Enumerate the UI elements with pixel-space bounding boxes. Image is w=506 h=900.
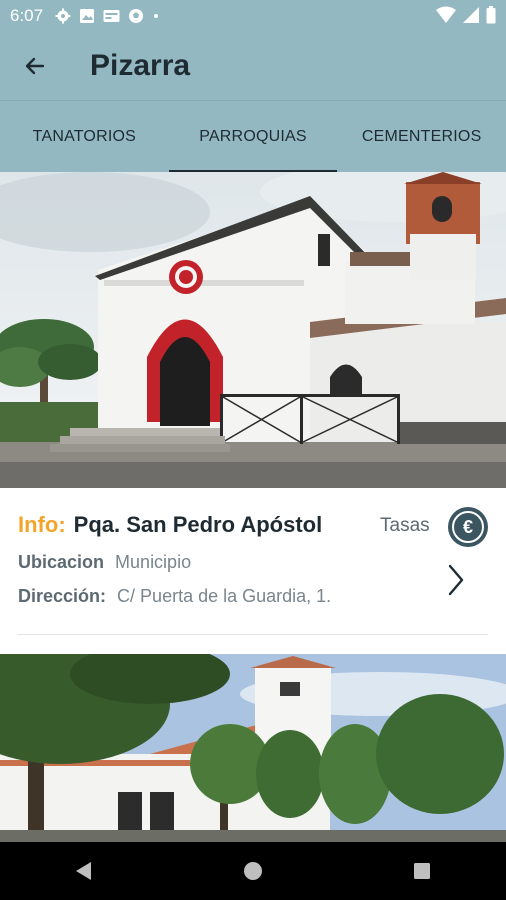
signal-icon [463, 7, 479, 23]
recents-square-icon[interactable] [411, 860, 433, 882]
ubicacion-label: Ubicacion [18, 552, 105, 572]
status-time: 6:07 [10, 6, 44, 25]
parroquia-name: Pqa. San Pedro Apóstol [73, 512, 323, 537]
direccion-value: C/ Puerta de la Guardia, 1. [117, 586, 332, 606]
tasas-label: Tasas [380, 515, 430, 536]
church-photo[interactable] [0, 172, 506, 488]
parroquia-card[interactable]: Info: Pqa. San Pedro Apóstol Tasas € Ubi… [0, 488, 506, 654]
arrow-left-icon [25, 57, 45, 75]
chevron-right-icon[interactable] [444, 562, 468, 598]
app-bar: Pizarra [0, 32, 506, 100]
direccion-label: Dirección: [18, 586, 107, 606]
page-title: Pizarra [90, 49, 191, 82]
tab-parroquias[interactable]: PARROQUIAS [168, 101, 338, 173]
ubicacion-field: Ubicacion Municipio [18, 552, 191, 573]
tab-cementerios[interactable]: CEMENTERIOS [337, 101, 506, 173]
home-circle-icon[interactable] [242, 860, 264, 882]
info-label: Info: [18, 512, 66, 537]
status-icons [55, 8, 160, 24]
divider [18, 634, 488, 635]
tasas-button[interactable]: € [448, 507, 488, 547]
ball-icon [129, 9, 144, 23]
tab-tanatorios[interactable]: TANATORIOS [0, 101, 169, 173]
direccion-field: Dirección: C/ Puerta de la Guardia, 1. [18, 586, 331, 607]
tab-bar: TANATORIOS PARROQUIAS CEMENTERIOS [0, 100, 506, 173]
euro-icon: € [452, 511, 484, 543]
back-button[interactable] [0, 32, 70, 100]
image-icon [80, 9, 95, 23]
status-right [436, 6, 496, 24]
ubicacion-value: Municipio [115, 552, 192, 572]
system-nav-bar [0, 842, 506, 900]
wifi-icon [436, 6, 456, 23]
gear-icon [55, 8, 71, 24]
cemetery-image [0, 654, 506, 842]
info-row: Info: Pqa. San Pedro Apóstol [18, 512, 322, 538]
church-image [0, 172, 506, 488]
card-icon [103, 10, 120, 22]
battery-icon [486, 6, 496, 24]
cemetery-photo[interactable] [0, 654, 506, 842]
dot-icon [154, 14, 159, 18]
status-bar: 6:07 [0, 0, 506, 32]
back-triangle-icon[interactable] [73, 860, 95, 882]
